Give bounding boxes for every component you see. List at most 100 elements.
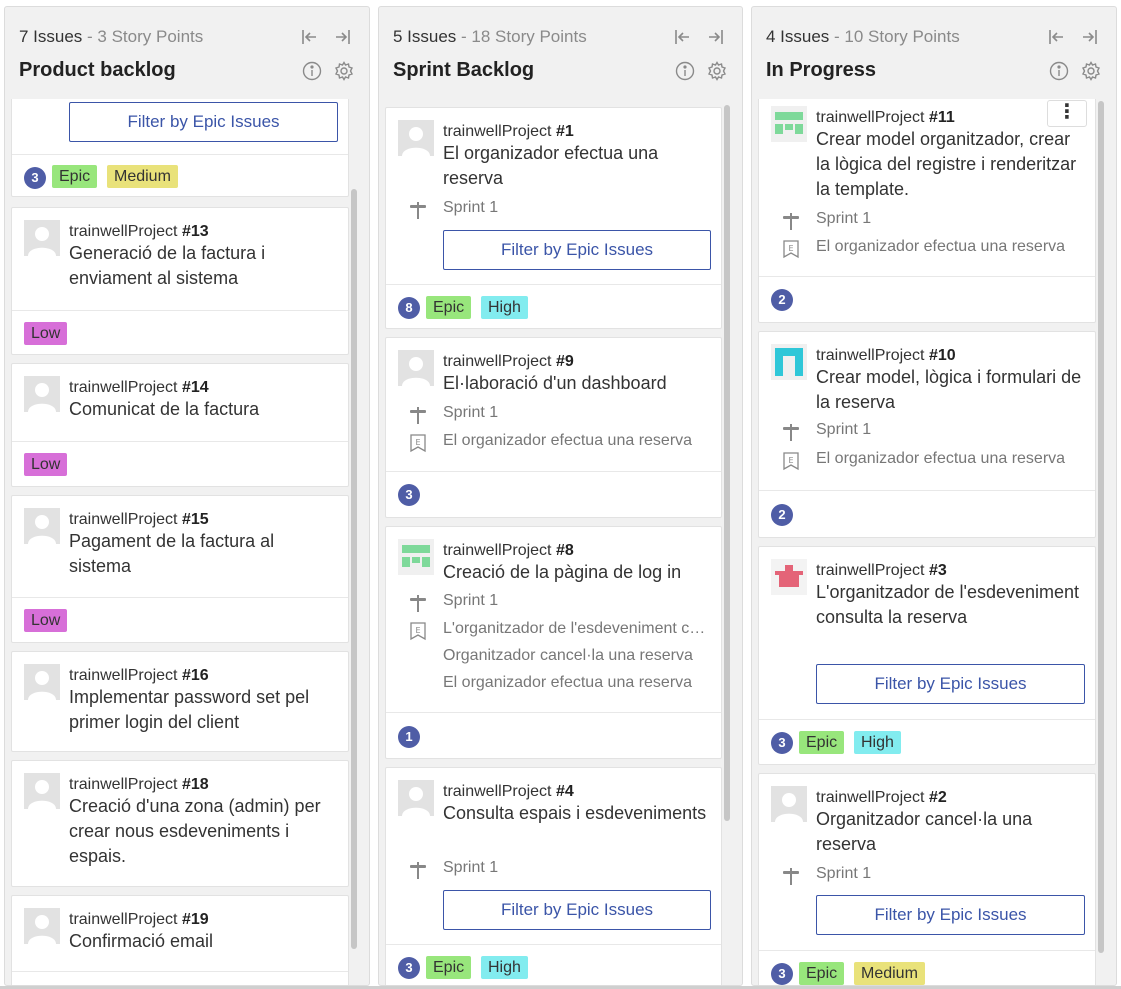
column-stats: 4 Issues - 10 Story Points xyxy=(766,27,960,47)
tag-priority: Low xyxy=(24,322,68,345)
issue-ref[interactable]: trainwellProject #15 xyxy=(69,510,336,529)
issue-card[interactable]: trainwellProject #3 L'organitzador de l'… xyxy=(758,546,1096,765)
issue-card[interactable]: trainwellProject #14 Comunicat de la fac… xyxy=(11,363,349,487)
project-name: trainwellProject xyxy=(443,542,556,559)
avatar xyxy=(398,780,434,816)
info-icon[interactable] xyxy=(1049,61,1069,81)
issue-card[interactable]: trainwellProject #10 Crear model, lògica… xyxy=(758,331,1096,538)
issue-number: #8 xyxy=(555,542,574,559)
epic-link[interactable]: El organizador efectua una reserva xyxy=(816,450,1085,468)
card-footer: Low xyxy=(12,597,348,644)
epic-link[interactable]: Organitzador cancel·la una reserva xyxy=(443,647,711,665)
epic-row: E El organizador efectua una reserva xyxy=(759,236,1085,262)
issue-ref[interactable]: trainwellProject #13 xyxy=(69,222,336,241)
issue-ref[interactable]: trainwellProject #19 xyxy=(69,910,336,929)
sprint-name: Sprint 1 xyxy=(443,199,499,216)
issue-ref[interactable]: trainwellProject #9 xyxy=(443,352,709,371)
story-points-badge: 2 xyxy=(771,504,793,526)
collapse-left-icon[interactable] xyxy=(1046,27,1066,47)
avatar xyxy=(24,908,60,944)
column-title: In Progress xyxy=(766,59,877,81)
issue-ref[interactable]: trainwellProject #11 xyxy=(816,108,1083,127)
tag-priority: Low xyxy=(24,609,68,632)
collapse-right-icon[interactable] xyxy=(706,27,726,47)
issue-number: #10 xyxy=(928,347,956,364)
issue-ref[interactable]: trainwellProject #4 xyxy=(443,782,709,801)
epic-link[interactable]: L'organitzador de l'esdeveniment consult… xyxy=(443,620,711,638)
epic-link[interactable]: El organizador efectua una reserva xyxy=(816,238,1085,256)
card-content: trainwellProject #19 Confirmació email xyxy=(69,910,336,954)
collapse-right-icon[interactable] xyxy=(1080,27,1100,47)
collapse-left-icon[interactable] xyxy=(672,27,692,47)
issue-summary: El organizador efectua una reserva xyxy=(443,143,659,188)
issue-ref[interactable]: trainwellProject #16 xyxy=(69,666,336,685)
project-name: trainwellProject xyxy=(443,123,556,140)
filter-epic-button[interactable]: Filter by Epic Issues xyxy=(443,230,711,270)
issue-ref[interactable]: trainwellProject #10 xyxy=(816,346,1083,365)
issue-card[interactable]: Filter by Epic Issues 3 Epic Medium xyxy=(11,99,349,197)
card-footer xyxy=(12,971,348,985)
avatar xyxy=(771,106,807,142)
issue-card[interactable]: trainwellProject #4 Consulta espais i es… xyxy=(385,767,722,985)
issue-ref[interactable]: trainwellProject #18 xyxy=(69,775,336,794)
issue-summary: Creació d'una zona (admin) per crear nou… xyxy=(69,796,321,866)
svg-text:E: E xyxy=(415,626,420,635)
column-stats: 7 Issues - 3 Story Points xyxy=(19,27,203,47)
issue-number: #4 xyxy=(555,783,574,800)
column-header: 5 Issues - 18 Story Points Sprint Backlo… xyxy=(379,7,742,99)
card-footer: 3 Epic High xyxy=(386,944,721,985)
issue-card[interactable]: trainwellProject #16 Implementar passwor… xyxy=(11,651,349,752)
issue-card[interactable]: trainwellProject #15 Pagament de la fact… xyxy=(11,495,349,643)
project-name: trainwellProject xyxy=(69,379,182,396)
issue-card[interactable]: trainwellProject #11 Crear model organit… xyxy=(758,99,1096,323)
issue-card[interactable]: trainwellProject #1 El organizador efect… xyxy=(385,107,722,329)
issue-card[interactable]: trainwellProject #8 Creació de la pàgina… xyxy=(385,526,722,759)
scrollbar[interactable] xyxy=(1098,101,1104,953)
avatar xyxy=(771,559,807,595)
filter-epic-button[interactable]: Filter by Epic Issues xyxy=(816,664,1085,704)
settings-icon[interactable] xyxy=(707,61,727,81)
more-options-button[interactable]: ⋮ xyxy=(1047,100,1087,127)
issue-ref[interactable]: trainwellProject #14 xyxy=(69,378,336,397)
project-name: trainwellProject xyxy=(69,511,182,528)
issue-card[interactable]: trainwellProject #13 Generació de la fac… xyxy=(11,207,349,355)
issue-ref[interactable]: trainwellProject #1 xyxy=(443,122,709,141)
filter-epic-button[interactable]: Filter by Epic Issues xyxy=(69,102,338,142)
epic-link[interactable]: El organizador efectua una reserva xyxy=(443,432,711,450)
filter-epic-button[interactable]: Filter by Epic Issues xyxy=(816,895,1085,935)
filter-epic-button[interactable]: Filter by Epic Issues xyxy=(443,890,711,930)
scrollbar[interactable] xyxy=(724,105,730,821)
issue-summary: Confirmació email xyxy=(69,931,214,951)
issue-card[interactable]: trainwellProject #9 El·laboració d'un da… xyxy=(385,337,722,518)
info-icon[interactable] xyxy=(675,61,695,81)
column-stats: 5 Issues - 18 Story Points xyxy=(393,27,587,47)
epic-link[interactable]: El organizador efectua una reserva xyxy=(443,674,711,692)
card-content: trainwellProject #9 El·laboració d'un da… xyxy=(443,352,709,396)
issue-card[interactable]: trainwellProject #2 Organitzador cancel·… xyxy=(758,773,1096,985)
issue-card[interactable]: trainwellProject #19 Confirmació email xyxy=(11,895,349,985)
issue-ref[interactable]: trainwellProject #3 xyxy=(816,561,1083,580)
project-name: trainwellProject xyxy=(69,776,182,793)
sprint-row: Sprint 1 xyxy=(759,208,1085,234)
settings-icon[interactable] xyxy=(1081,61,1101,81)
story-points-badge: 3 xyxy=(398,484,420,506)
card-content: trainwellProject #1 El organizador efect… xyxy=(443,122,709,191)
issue-summary: Organitzador cancel·la una reserva xyxy=(816,809,1033,854)
epic-icon: E xyxy=(781,451,801,471)
scrollbar[interactable] xyxy=(351,189,357,949)
column-title: Sprint Backlog xyxy=(393,59,535,81)
column-title: Product backlog xyxy=(19,59,176,81)
avatar xyxy=(398,350,434,386)
issue-ref[interactable]: trainwellProject #8 xyxy=(443,541,709,560)
collapse-left-icon[interactable] xyxy=(299,27,319,47)
issue-number: #2 xyxy=(928,789,947,806)
svg-text:E: E xyxy=(788,244,793,253)
settings-icon[interactable] xyxy=(334,61,354,81)
issue-ref[interactable]: trainwellProject #2 xyxy=(816,788,1083,807)
sprint-row: Sprint 1 xyxy=(759,863,1085,889)
info-icon[interactable] xyxy=(302,61,322,81)
collapse-right-icon[interactable] xyxy=(333,27,353,47)
column-sprint-backlog: 5 Issues - 18 Story Points Sprint Backlo… xyxy=(378,6,743,986)
issue-card[interactable]: trainwellProject #18 Creació d'una zona … xyxy=(11,760,349,887)
story-points-badge: 1 xyxy=(398,726,420,748)
